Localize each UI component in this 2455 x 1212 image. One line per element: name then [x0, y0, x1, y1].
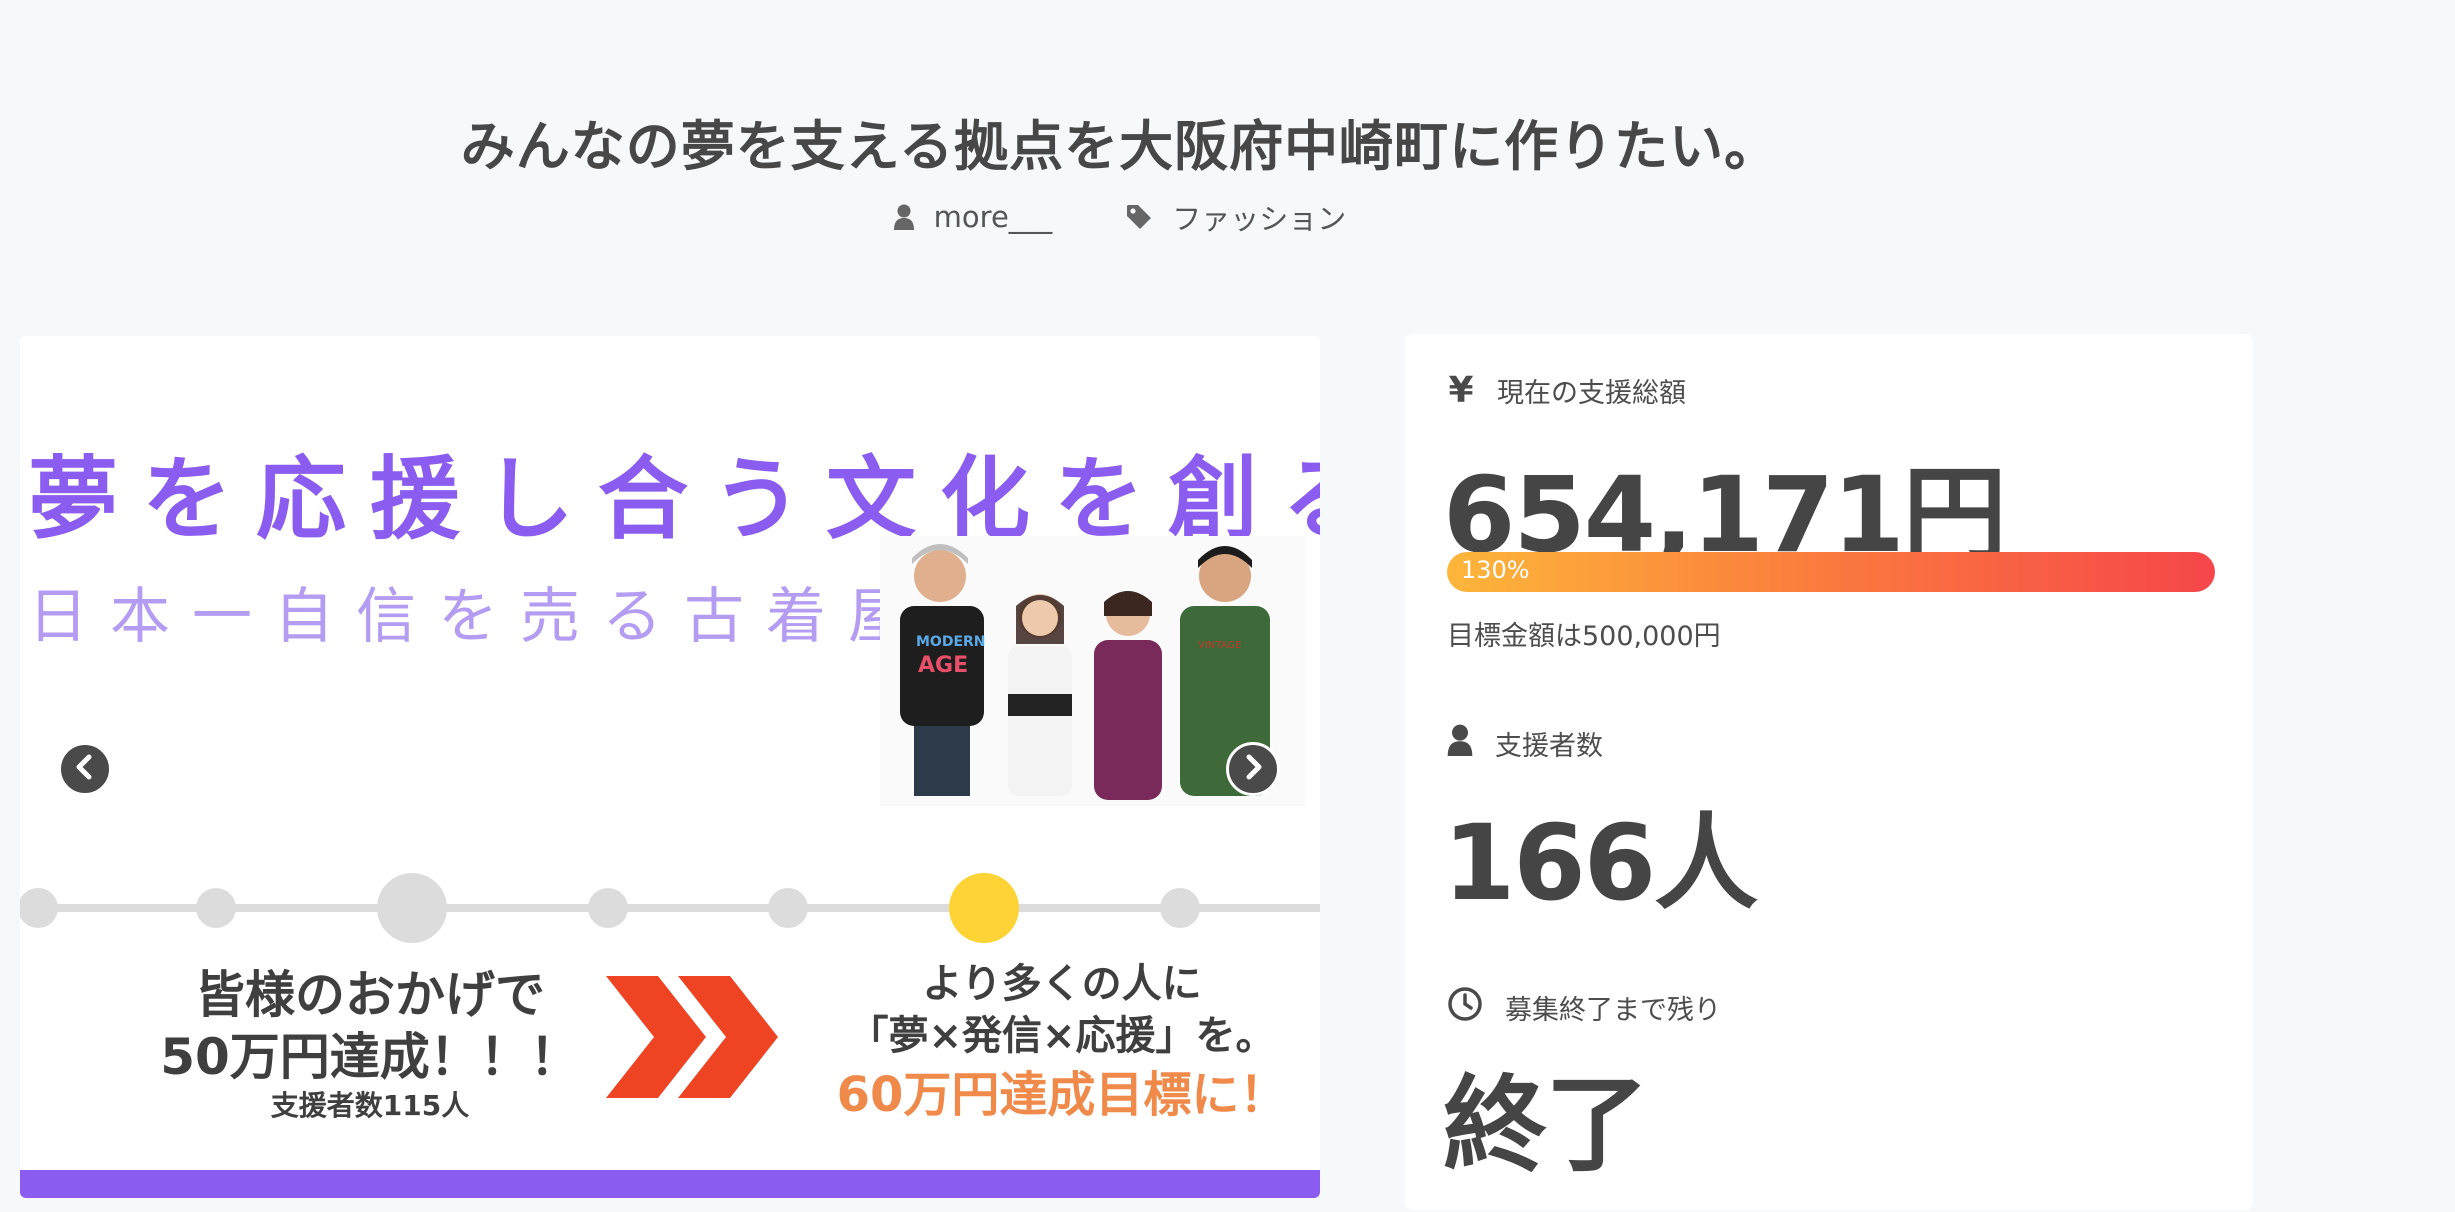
remaining-value: 終了 [1443, 1064, 1649, 1186]
chevron-left-icon [72, 754, 98, 784]
next-goal-line2: 「夢×発信×応援」を。 [848, 1013, 1276, 1059]
owner-link[interactable]: more___ [893, 196, 1053, 238]
svg-text:AGE: AGE [918, 653, 968, 678]
page-title: みんなの夢を支える拠点を大阪府中崎町に作りたい。 [460, 115, 1780, 179]
progress-timeline [20, 868, 1320, 948]
chevron-right-icon [1240, 754, 1266, 784]
owner-name: more___ [933, 200, 1053, 234]
clock-icon [1447, 986, 1483, 1029]
slider-next-button[interactable] [1226, 742, 1280, 796]
funding-progress-bar: 130% [1447, 552, 2215, 592]
remaining-label-row: 募集終了まで残り [1447, 986, 1721, 1029]
double-chevron-icon [606, 976, 778, 1102]
next-goal-line3: 60万円達成目標に！ [836, 1067, 1288, 1123]
user-icon [1447, 724, 1473, 763]
user-icon [893, 204, 914, 230]
progress-percent: 130% [1461, 556, 1530, 584]
supporters-label: 支援者数 [1495, 731, 1603, 762]
project-meta: more___ ファッション [0, 196, 2240, 238]
category-name: ファッション [1172, 202, 1347, 236]
remaining-label: 募集終了まで残り [1505, 995, 1721, 1026]
svg-text:MODERN: MODERN [916, 634, 986, 650]
yen-icon: ¥ [1448, 370, 1474, 411]
goal-amount: 目標金額は500,000円 [1447, 621, 1721, 652]
funding-stats-card: ¥ 現在の支援総額 654,171円 130% 目標金額は500,000円 支援… [1405, 334, 2253, 1210]
supporters-label-row: 支援者数 [1447, 724, 1603, 763]
tag-icon [1126, 204, 1152, 230]
banner-footer-bar [20, 1170, 1320, 1198]
supporters-value: 166人 [1443, 802, 1758, 924]
progress-fill [1447, 552, 2215, 592]
image-slider[interactable]: 夢を応援し合う文化を創る 日本一自信を売る古着屋に MODERN AGE VIN… [20, 336, 1320, 1198]
next-goal-line1: より多くの人に [922, 961, 1202, 1007]
slider-prev-button[interactable] [58, 742, 112, 796]
svg-text:VINTAGE: VINTAGE [1198, 640, 1241, 651]
next-goal-message: より多くの人に 「夢×発信×応援」を。 60万円達成目標に！ [794, 958, 1320, 1128]
banner-subheadline: 日本一自信を売る古着屋に [28, 582, 1012, 652]
amount-label: 現在の支援総額 [1497, 378, 1686, 409]
amount-label-row: ¥ 現在の支援総額 [1447, 370, 1686, 411]
project-page: みんなの夢を支える拠点を大阪府中崎町に作りたい。 more___ ファッション … [0, 0, 2455, 1212]
category-link[interactable]: ファッション [1126, 196, 1346, 238]
